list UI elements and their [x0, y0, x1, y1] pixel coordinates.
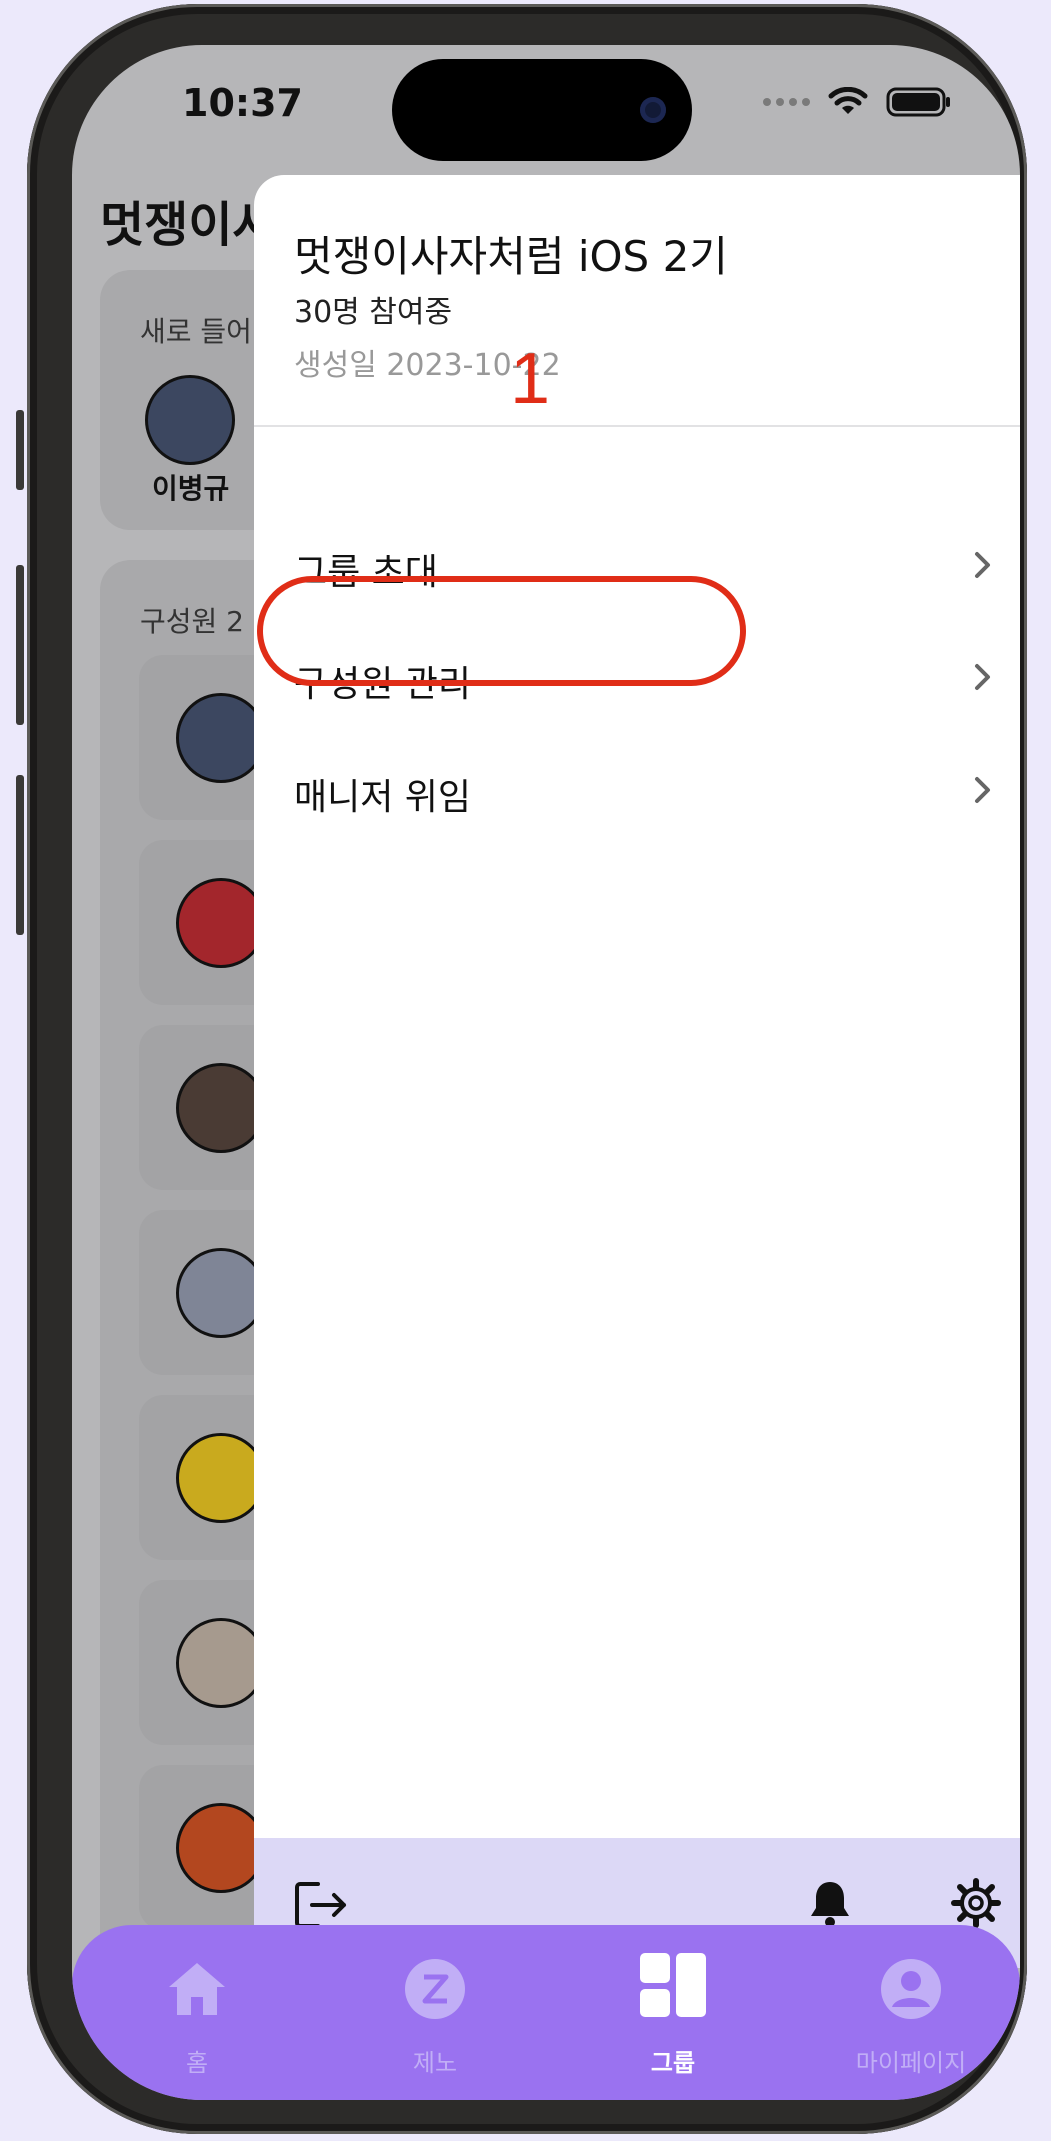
- tab-zeno[interactable]: 제노: [340, 1945, 530, 2077]
- member-avatar: [176, 1248, 266, 1338]
- member-avatar: [176, 1433, 266, 1523]
- member-avatar: [176, 693, 266, 783]
- status-time: 10:37: [182, 81, 303, 125]
- bell-icon[interactable]: [807, 1878, 853, 1928]
- tab-label: 제노: [412, 2049, 458, 2077]
- tab-home[interactable]: 홈: [102, 1945, 292, 2077]
- action-button: [16, 410, 24, 490]
- battery-icon: [886, 87, 950, 117]
- wifi-icon: [828, 87, 868, 114]
- camera-icon: [640, 97, 666, 123]
- tab-label: 마이페이지: [855, 2049, 967, 2077]
- signal-icon: [763, 98, 810, 106]
- leave-group-icon[interactable]: [294, 1880, 348, 1930]
- group-name: 멋쟁이사자처럼 iOS 2기: [294, 232, 728, 281]
- member-avatar: [176, 878, 266, 968]
- volume-down-button: [16, 775, 24, 935]
- background-new-members-label: 새로 들어: [140, 315, 252, 348]
- volume-up-button: [16, 565, 24, 725]
- member-avatar: [176, 1618, 266, 1708]
- chevron-right-icon: [975, 552, 990, 578]
- chevron-right-icon: [975, 777, 990, 803]
- profile-icon: [881, 1959, 941, 2019]
- status-indicators: [763, 87, 952, 117]
- tab-label: 홈: [185, 2049, 209, 2077]
- tab-mypage[interactable]: 마이페이지: [816, 1945, 1006, 2077]
- member-avatar: [176, 1063, 266, 1153]
- background-members-label: 구성원 2: [140, 605, 244, 638]
- home-icon: [169, 1963, 225, 2015]
- new-member-name: 이병규: [152, 472, 230, 505]
- divider: [254, 425, 1020, 427]
- background-group-title: 멋쟁이사: [100, 197, 277, 253]
- chevron-right-icon: [975, 664, 990, 690]
- group-icon: [640, 1953, 706, 2017]
- zeno-icon: [405, 1959, 465, 2019]
- participant-count: 30명 참여중: [294, 295, 453, 330]
- gear-icon[interactable]: [951, 1878, 1001, 1928]
- annotation-step-number: 1: [510, 339, 551, 419]
- dynamic-island: [392, 59, 692, 161]
- annotation-highlight-oval: [257, 576, 746, 686]
- tab-label: 그룹: [650, 2049, 696, 2077]
- new-member-avatar: [145, 375, 235, 465]
- menu-item-label: 매니저 위임: [294, 777, 472, 818]
- tab-group[interactable]: 그룹: [578, 1945, 768, 2077]
- group-side-sheet: 멋쟁이사자처럼 iOS 2기 30명 참여중 생성일 2023-10-22 그룹…: [254, 175, 1020, 1968]
- member-avatar: [176, 1803, 266, 1893]
- tab-bar: 홈 제노 그룹 마이페이지: [72, 1925, 1020, 2100]
- menu-item-delegate-manager[interactable]: 매니저 위임: [254, 740, 1020, 840]
